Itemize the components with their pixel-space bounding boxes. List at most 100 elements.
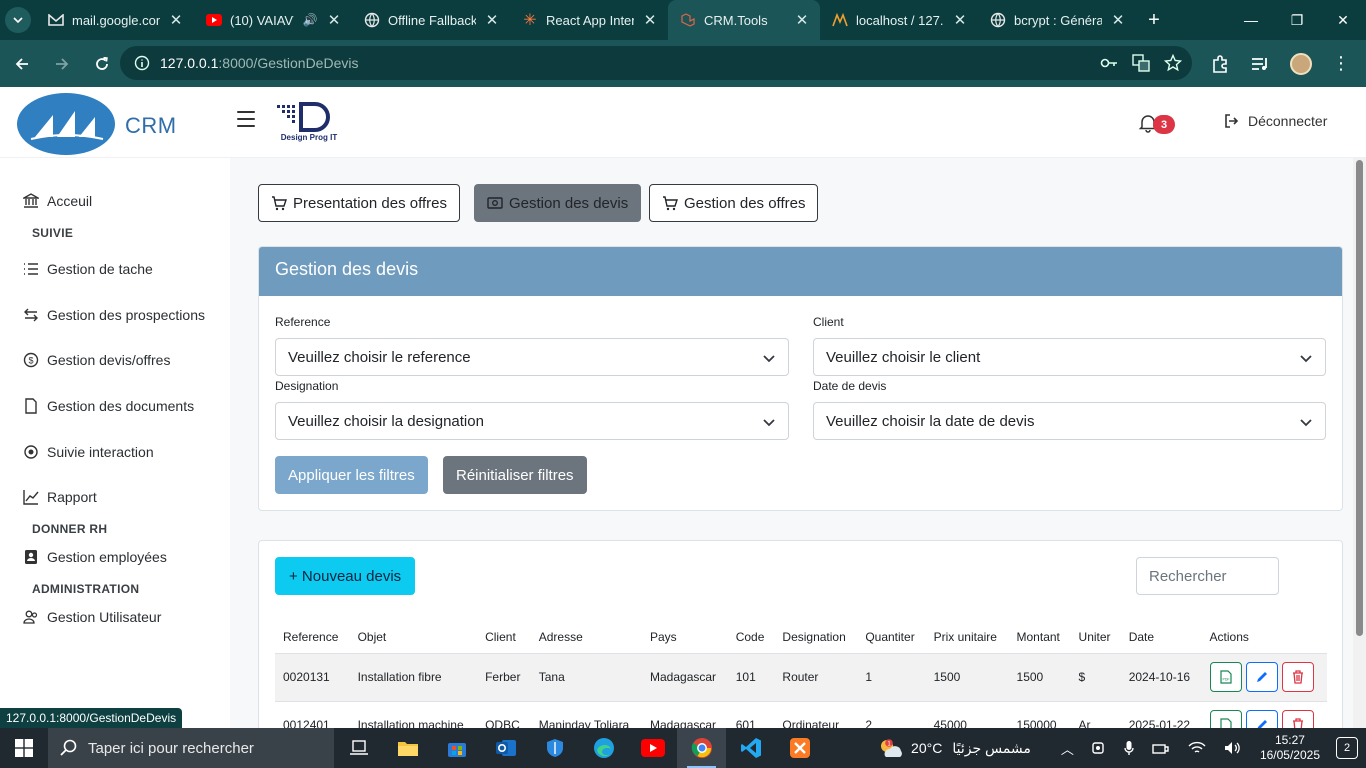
outlook-icon[interactable] xyxy=(481,728,530,768)
vscode-icon[interactable] xyxy=(726,728,775,768)
sidebar-item-label: Gestion de tache xyxy=(47,261,153,277)
file-explorer-icon[interactable] xyxy=(383,728,432,768)
xampp-icon[interactable] xyxy=(775,728,824,768)
youtube-app-icon[interactable] xyxy=(628,728,677,768)
minimize-button[interactable]: — xyxy=(1228,0,1274,40)
button-label: Presentation des offres xyxy=(293,194,447,212)
store-icon[interactable] xyxy=(432,728,481,768)
key-icon[interactable] xyxy=(1100,57,1118,69)
reference-select[interactable]: Veuillez choisir le reference xyxy=(275,338,789,376)
clock[interactable]: 15:27 16/05/2025 xyxy=(1260,733,1320,763)
extensions-icon[interactable] xyxy=(1210,54,1230,74)
close-icon[interactable]: ✕ xyxy=(952,11,968,29)
close-icon[interactable]: ✕ xyxy=(484,11,500,29)
media-icon[interactable] xyxy=(1250,55,1270,73)
profile-avatar[interactable] xyxy=(1290,52,1312,75)
sidebar-item-documents[interactable]: Gestion des documents xyxy=(23,398,194,414)
column-header: Quantiter xyxy=(857,621,926,654)
pdf-button[interactable]: PDF xyxy=(1209,662,1242,692)
reload-button[interactable] xyxy=(84,46,120,82)
table-cell: Router xyxy=(774,653,858,702)
tab-gmail[interactable]: mail.google.com ✕ xyxy=(36,0,194,40)
tab-crm-tools[interactable]: CRM.Tools ✕ xyxy=(668,0,820,40)
chevron-up-icon[interactable]: ︿ xyxy=(1061,739,1074,758)
design-prog-logo: Design Prog IT xyxy=(277,102,337,142)
chevron-down-icon xyxy=(763,419,775,427)
chrome-icon[interactable] xyxy=(677,728,726,768)
logout-button[interactable]: Déconnecter xyxy=(1224,113,1327,129)
star-icon[interactable] xyxy=(1164,54,1182,72)
table-cell: Installation fibre xyxy=(349,653,478,702)
close-icon[interactable]: ✕ xyxy=(168,11,184,29)
gestion-offres-button[interactable]: Gestion des offres xyxy=(649,184,819,222)
app-header: CRM Design Prog IT 3 Déconnecter xyxy=(0,87,1366,158)
edge-icon[interactable] xyxy=(579,728,628,768)
address-bar[interactable]: 127.0.0.1:8000/GestionDeDevis xyxy=(120,46,1192,80)
new-devis-button[interactable]: + Nouveau devis xyxy=(275,557,416,595)
site-info-icon[interactable] xyxy=(134,55,150,71)
forward-button[interactable] xyxy=(44,46,80,82)
tab-title: mail.google.com xyxy=(72,12,160,28)
network-icon[interactable] xyxy=(1152,741,1170,755)
gestion-devis-button[interactable]: Gestion des devis xyxy=(474,184,642,222)
column-header: Date xyxy=(1120,621,1202,654)
translate-icon[interactable] xyxy=(1132,54,1150,72)
tab-bcrypt[interactable]: bcrypt : Générat ✕ xyxy=(978,0,1136,40)
tab-phpmyadmin[interactable]: localhost / 127.0 ✕ xyxy=(820,0,978,40)
sidebar-item-rapport[interactable]: Rapport xyxy=(23,489,97,505)
delete-button[interactable] xyxy=(1281,662,1314,692)
designation-select[interactable]: Veuillez choisir la designation xyxy=(275,402,789,440)
window-controls: — ❐ ✕ xyxy=(1228,0,1366,40)
tab-search-button[interactable] xyxy=(0,0,36,40)
notification-center-icon[interactable]: 2 xyxy=(1336,737,1358,759)
meet-icon[interactable] xyxy=(1092,740,1106,756)
windows-taskbar: Taper ici pour rechercher 1 20°C مشمس جز… xyxy=(0,728,1366,768)
sidebar-item-devis-offres[interactable]: $ Gestion devis/offres xyxy=(23,352,170,368)
taskbar-search-placeholder: Taper ici pour rechercher xyxy=(88,739,254,757)
reload-icon xyxy=(96,56,108,70)
apply-filters-button[interactable]: Appliquer les filtres xyxy=(275,456,428,494)
task-view-icon[interactable] xyxy=(334,728,383,768)
weather-widget[interactable]: 1 20°C مشمس جزئيًا xyxy=(877,737,1031,759)
table-cell: Tana xyxy=(530,653,642,702)
microphone-icon[interactable] xyxy=(1124,740,1134,756)
client-select[interactable]: Veuillez choisir le client xyxy=(813,338,1326,376)
close-icon[interactable]: ✕ xyxy=(1110,11,1126,29)
page-scrollbar[interactable] xyxy=(1353,158,1366,728)
restore-button[interactable]: ❐ xyxy=(1274,0,1320,40)
tab-youtube[interactable]: (10) VAIAVY 🔊 ✕ xyxy=(194,0,352,40)
close-icon[interactable]: ✕ xyxy=(642,11,658,29)
speaker-icon[interactable]: 🔊 xyxy=(302,13,318,27)
close-icon[interactable]: ✕ xyxy=(794,11,810,29)
sidebar-item-employees[interactable]: Gestion employées xyxy=(23,549,167,565)
taskbar-search[interactable]: Taper ici pour rechercher xyxy=(48,728,334,768)
kebab-menu-icon[interactable]: ⋮ xyxy=(1332,53,1350,74)
close-window-button[interactable]: ✕ xyxy=(1320,0,1366,40)
tab-offline-fallback[interactable]: Offline Fallback ✕ xyxy=(352,0,510,40)
presentation-offres-button[interactable]: Presentation des offres xyxy=(258,184,460,222)
sidebar-item-label: Gestion des prospections xyxy=(47,307,205,323)
trash-icon xyxy=(1292,670,1303,684)
start-button[interactable] xyxy=(0,728,48,768)
sidebar-item-gestion-tache[interactable]: Gestion de tache xyxy=(23,261,153,277)
filter-card: Gestion des devis Reference Veuillez cho… xyxy=(258,246,1343,511)
hamburger-menu-icon[interactable] xyxy=(237,111,255,127)
laravel-icon xyxy=(680,12,696,28)
back-button[interactable] xyxy=(4,46,40,82)
edit-button[interactable] xyxy=(1245,662,1278,692)
sidebar-item-prospections[interactable]: Gestion des prospections xyxy=(23,307,205,323)
sidebar-item-utilisateur[interactable]: Gestion Utilisateur xyxy=(23,609,161,625)
close-icon[interactable]: ✕ xyxy=(326,11,342,29)
search-input[interactable] xyxy=(1136,557,1279,595)
wifi-icon[interactable] xyxy=(1188,741,1206,755)
tab-react-app[interactable]: ✳ React App Interf ✕ xyxy=(510,0,668,40)
date-devis-select[interactable]: Veuillez choisir la date de devis xyxy=(813,402,1326,440)
new-tab-button[interactable]: + xyxy=(1136,9,1172,32)
defender-icon[interactable] xyxy=(530,728,579,768)
reset-filters-button[interactable]: Réinitialiser filtres xyxy=(443,456,587,494)
volume-icon[interactable] xyxy=(1224,741,1242,755)
sidebar-item-acceuil[interactable]: Acceuil xyxy=(23,193,92,209)
button-label: Gestion des devis xyxy=(509,194,629,212)
sidebar-item-interaction[interactable]: Suivie interaction xyxy=(23,444,154,460)
filter-card-title: Gestion des devis xyxy=(259,247,1342,296)
